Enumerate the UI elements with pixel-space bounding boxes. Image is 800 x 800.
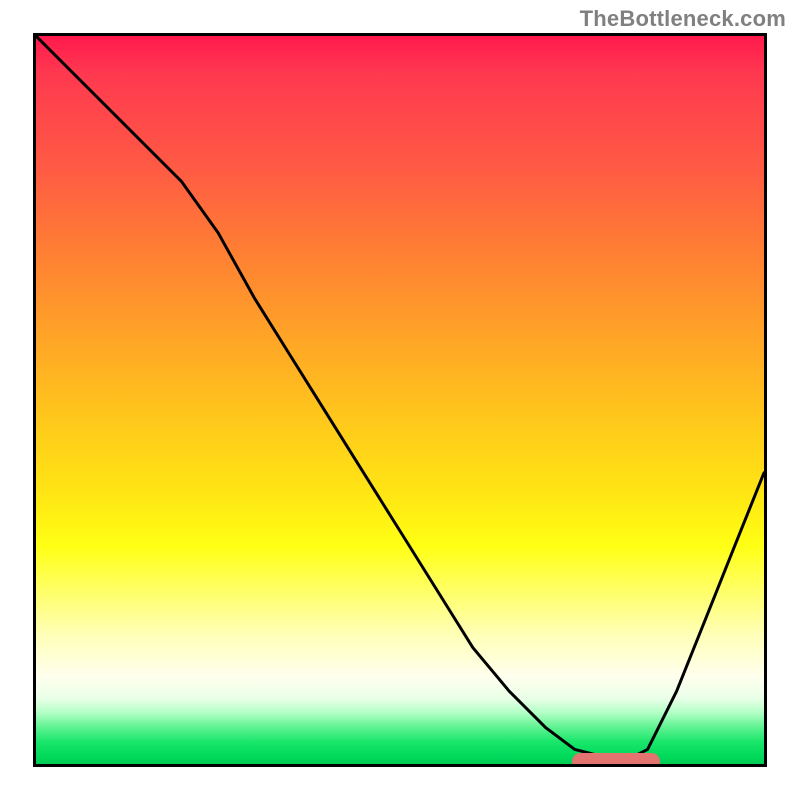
bottleneck-curve-line <box>36 36 764 757</box>
watermark-text: TheBottleneck.com <box>580 6 786 32</box>
chart-curve-svg <box>36 36 764 764</box>
optimal-range-marker <box>572 753 660 767</box>
chart-plot-area <box>33 33 767 767</box>
